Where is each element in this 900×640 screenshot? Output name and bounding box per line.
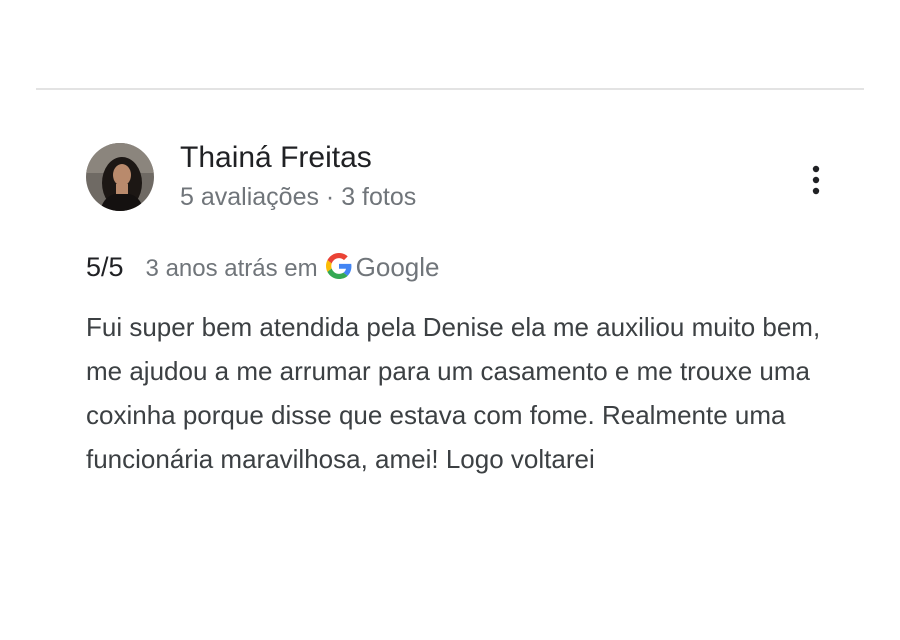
author-avatar[interactable] — [86, 143, 154, 211]
more-vert-icon — [812, 165, 820, 195]
author-meta: 5 avaliações · 3 fotos — [180, 183, 417, 211]
review-source: Google — [355, 252, 440, 282]
more-options-button[interactable] — [800, 160, 832, 200]
review-time: 3 anos atrás em — [145, 255, 318, 282]
review-text: Fui super bem atendida pela Denise ela m… — [86, 312, 821, 474]
rating-score: 5/5 — [86, 252, 124, 282]
avatar-photo — [86, 143, 154, 211]
author-name[interactable]: Thainá Freitas — [180, 140, 372, 176]
rating-row: 5/5 3 anos atrás em Google — [86, 250, 439, 290]
google-g-icon — [325, 253, 352, 279]
top-divider — [36, 88, 864, 90]
review-card: Thainá Freitas 5 avaliações · 3 fotos 5/… — [0, 0, 900, 640]
